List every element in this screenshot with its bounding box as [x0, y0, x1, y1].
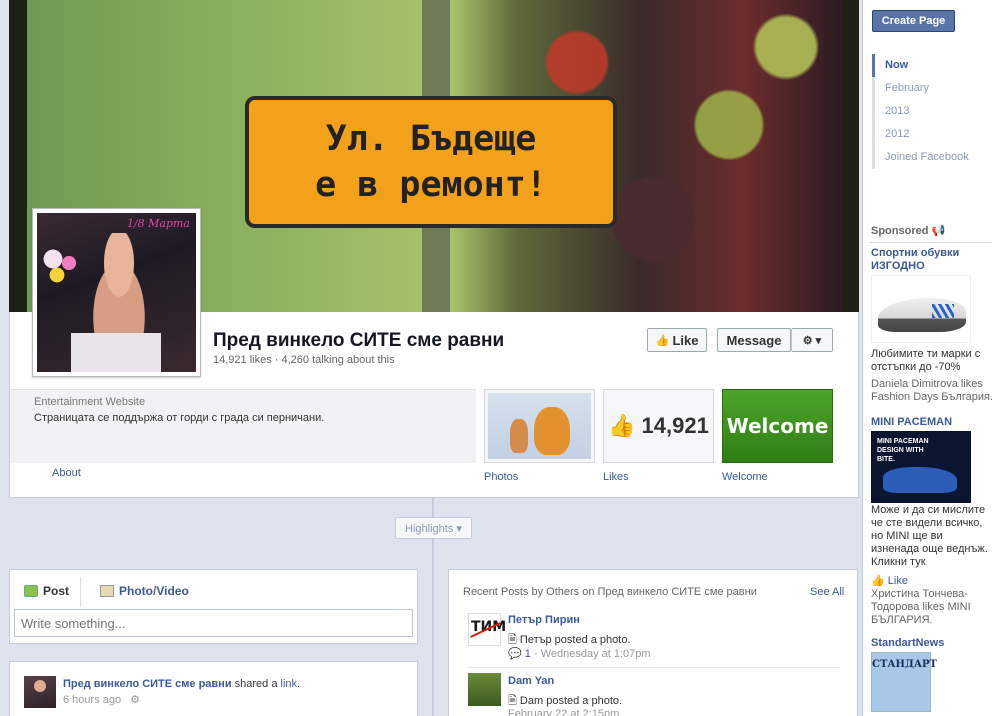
year-navigation: Now February 2013 2012 Joined Facebook [872, 54, 992, 169]
ad-image-caption: MINI PACEMAN DESIGN WITH BITE. [877, 438, 929, 463]
ad-social-context: Христина Тончева-Тодорова likes MINI БЪЛ… [871, 588, 971, 626]
story-headline: Пред винкело СИТЕ сме равни shared a lin… [63, 678, 300, 690]
story-verb: shared a [231, 678, 281, 690]
likes-app-link[interactable]: Likes [603, 471, 629, 483]
likes-count: 14,921 [641, 413, 709, 438]
recent-post-author[interactable]: Петър Пирин [508, 614, 580, 626]
status-input[interactable] [14, 609, 413, 637]
message-button[interactable]: Message [717, 328, 791, 352]
highlights-dropdown[interactable]: Highlights ▾ [395, 517, 472, 539]
sign-line-2: е в ремонт! [315, 165, 547, 205]
page-stats: 14,921 likes · 4,260 talking about this [213, 354, 395, 366]
sign-line-1: Ул. Бъдеще [325, 119, 537, 159]
like-button[interactable]: 👍 Like [647, 328, 707, 352]
gear-icon[interactable]: ⚙ ▾ [791, 328, 833, 352]
page-category: Entertainment Website [34, 396, 146, 408]
recent-post-time: February 22 at 2:15pm [508, 708, 620, 716]
ad-image-newspaper[interactable]: СТАНДАРТ [871, 652, 937, 712]
ad-title[interactable]: Спортни обувки ИЗГОДНО [871, 247, 991, 273]
photos-app-link[interactable]: Photos [484, 471, 518, 483]
profile-photo: 1/8 Марта [37, 213, 196, 372]
welcome-app-tile[interactable]: Welcome [722, 389, 833, 463]
recent-post-action-text: Петър posted a photo. [519, 634, 631, 646]
avatar[interactable] [24, 676, 56, 708]
recent-post-action-text: Dam posted a photo. [519, 695, 623, 707]
recent-posts-title: Recent Posts by Others on Пред винкело С… [463, 586, 757, 598]
comment-icon: 💬 [508, 648, 522, 660]
cartoon-figure-large [534, 407, 570, 455]
year-item-february[interactable]: February [872, 77, 992, 100]
newspaper-logo: СТАНДАРТ [872, 659, 937, 670]
page-title: Пред винкело СИТЕ сме равни [213, 330, 505, 351]
create-page-button[interactable]: Create Page [872, 10, 955, 32]
car-shape [883, 467, 957, 493]
story-period: . [297, 678, 301, 690]
ad-text: Любимите ти марки с отстъпки до -70% [871, 348, 981, 373]
photo-link[interactable]: Photo [119, 584, 153, 598]
shoe-stripes [932, 304, 954, 318]
tab-divider [80, 577, 81, 607]
page-description: Страницата се поддържа от горди с града … [34, 412, 325, 424]
ad-title[interactable]: StandartNews [871, 637, 991, 650]
year-item-now[interactable]: Now [872, 54, 992, 77]
thumbs-up-icon: 👍 [871, 575, 885, 587]
megaphone-icon: 📢 [931, 225, 946, 237]
story-object-link[interactable]: link [281, 678, 298, 690]
ad-image-shoe[interactable] [871, 275, 971, 343]
sponsored-label: Sponsored [871, 225, 929, 237]
year-item-2013[interactable]: 2013 [872, 100, 992, 123]
profile-shorts [71, 333, 161, 372]
ad-social-context: Daniela Dimitrova likes Fashion Days Бъл… [871, 378, 993, 403]
video-link[interactable]: Video [156, 584, 188, 598]
thumbs-up-icon: 👍 [655, 335, 670, 347]
likes-app-tile[interactable]: 👍 14,921 [603, 389, 714, 463]
ad-text: Може и да си мислите че сте видели всичк… [871, 504, 988, 568]
attachment-icon: 🗎 [508, 695, 517, 707]
year-item-joined[interactable]: Joined Facebook [872, 146, 992, 169]
divider [869, 242, 992, 243]
welcome-app-link[interactable]: Welcome [722, 471, 768, 483]
profile-picture[interactable]: 1/8 Марта [32, 208, 201, 377]
avatar[interactable] [468, 673, 501, 706]
ad-like-label: Like [887, 575, 908, 587]
recent-post-author[interactable]: Dam Yan [508, 675, 554, 687]
meta-separator: · [533, 648, 541, 660]
cartoon-figure-small [510, 419, 528, 453]
tab-photo-video[interactable]: Photo / Video [100, 584, 189, 598]
ad-like-link[interactable]: 👍 Like [871, 574, 908, 587]
profile-flowers [41, 243, 81, 283]
ad-image-car[interactable]: MINI PACEMAN DESIGN WITH BITE. [871, 431, 971, 503]
year-item-2012[interactable]: 2012 [872, 123, 992, 146]
photos-app-tile[interactable] [484, 389, 595, 463]
sponsored-heading: Sponsored 📢 [871, 224, 945, 237]
story-timestamp: 6 hours ago ⚙ [63, 693, 140, 706]
speech-bubble-icon [24, 585, 38, 597]
comment-count[interactable]: 1 [525, 648, 531, 660]
divider [468, 667, 840, 668]
story-time-link[interactable]: 6 hours ago [63, 694, 121, 706]
attachment-icon: 🗎 [508, 634, 517, 646]
photo-icon [100, 585, 114, 597]
ad-title[interactable]: MINI PACEMAN [871, 416, 991, 429]
street-sign: Ул. Бъдеще е в ремонт! [245, 96, 617, 228]
about-link[interactable]: About [52, 467, 81, 479]
photos-preview-image [488, 393, 591, 459]
like-button-label: Like [672, 332, 699, 348]
gear-icon[interactable]: ⚙ [130, 694, 140, 706]
tab-post-label: Post [43, 584, 70, 598]
story-author-link[interactable]: Пред винкело СИТЕ сме равни [63, 678, 232, 690]
tab-post[interactable]: Post [24, 584, 69, 598]
see-all-link[interactable]: See All [810, 586, 844, 598]
recent-post-meta: 💬 1 · Wednesday at 1:07pm [508, 647, 651, 660]
recent-post-time: Wednesday at 1:07pm [540, 648, 651, 660]
avatar[interactable]: ТИМ [468, 613, 506, 646]
profile-signature: 1/8 Марта [126, 217, 190, 230]
thumbs-up-icon: 👍 [608, 413, 636, 438]
